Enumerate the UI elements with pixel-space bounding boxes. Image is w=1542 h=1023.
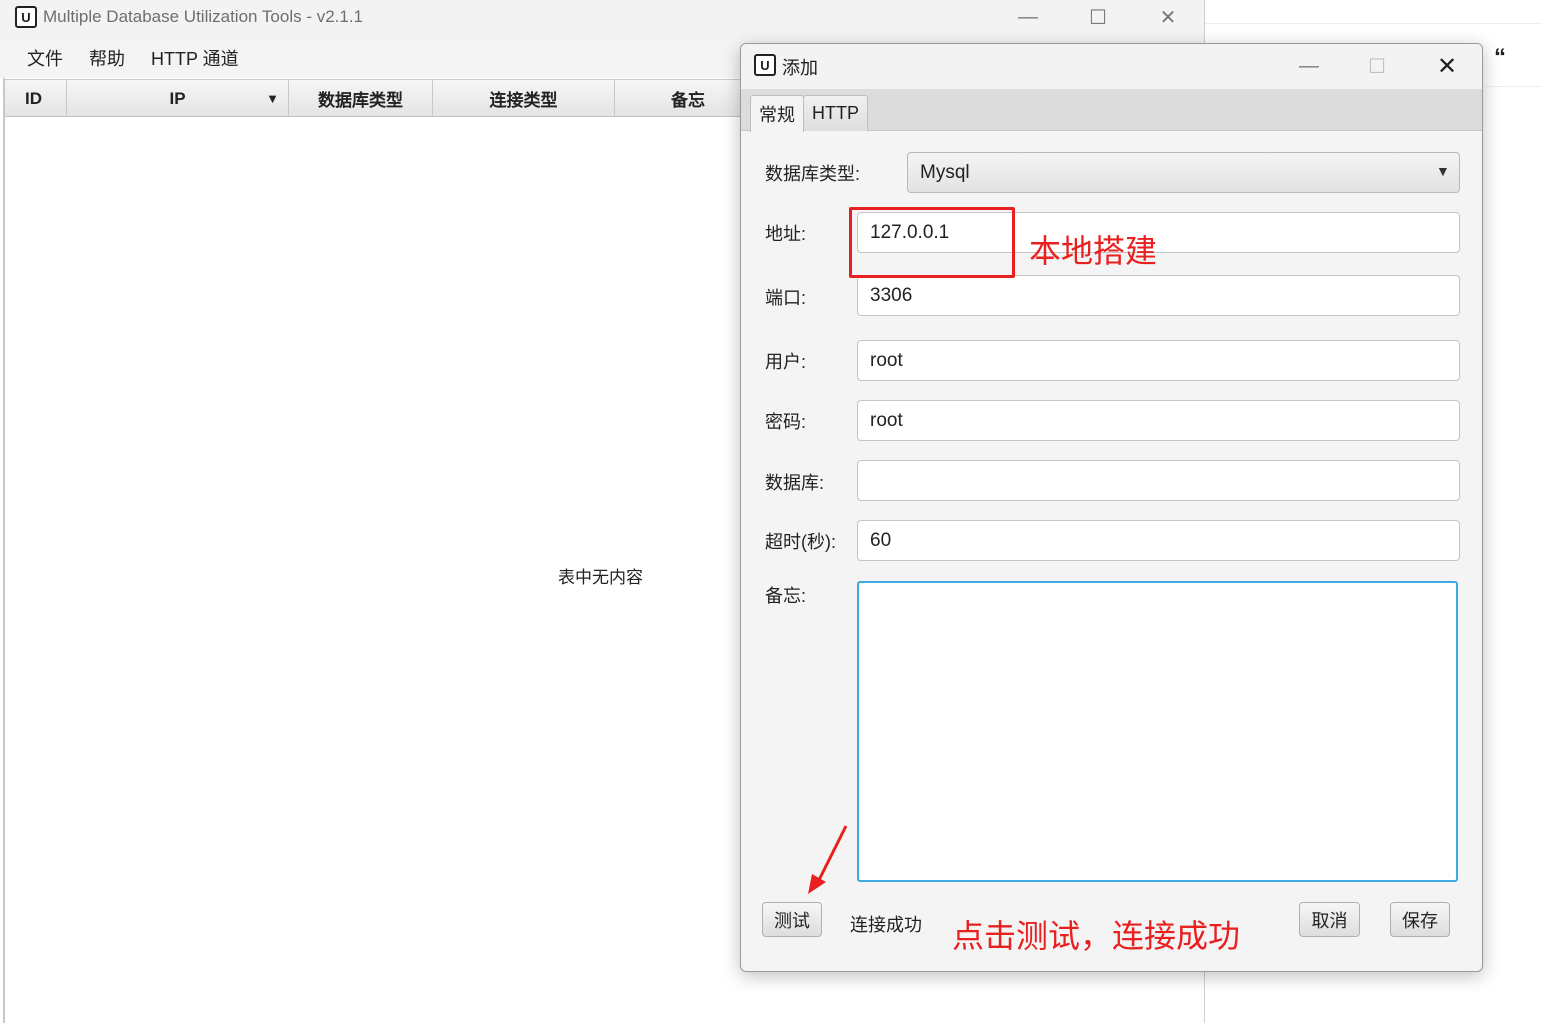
port-input[interactable]: 3306 <box>857 275 1460 316</box>
dialog-title: 添加 <box>782 58 818 78</box>
column-header-id[interactable]: ID <box>5 80 67 117</box>
menu-http-channel[interactable]: HTTP 通道 <box>138 45 252 71</box>
background-divider <box>1205 23 1542 24</box>
dialog-minimize-button[interactable]: — <box>1287 51 1331 81</box>
db-type-value: Mysql <box>920 161 970 183</box>
dialog-maximize-button: ☐ <box>1368 55 1386 78</box>
column-header-ip-label: IP <box>169 88 186 108</box>
column-header-db-type[interactable]: 数据库类型 <box>289 80 433 117</box>
database-input[interactable] <box>857 460 1460 501</box>
remark-label: 备忘: <box>765 586 807 606</box>
tab-general[interactable]: 常规 <box>750 95 804 132</box>
timeout-label: 超时(秒): <box>765 532 836 552</box>
port-label: 端口: <box>765 288 807 308</box>
address-label: 地址: <box>765 224 807 244</box>
cancel-button[interactable]: 取消 <box>1299 902 1360 937</box>
column-header-ip[interactable]: IP ▼ <box>67 80 289 117</box>
app-logo-icon: U <box>15 6 37 28</box>
db-type-label: 数据库类型: <box>765 164 861 184</box>
window-title: Multiple Database Utilization Tools - v2… <box>43 7 364 26</box>
dialog-tab-bar: 常规 HTTP <box>741 89 1482 132</box>
dialog-close-button[interactable]: ✕ <box>1425 51 1469 81</box>
maximize-button[interactable]: ☐ <box>1076 2 1120 32</box>
annotation-highlight-box <box>849 207 1015 278</box>
db-type-select[interactable]: Mysql ▼ <box>907 152 1460 193</box>
minimize-button[interactable]: — <box>1006 2 1050 32</box>
app-logo-icon: U <box>754 54 776 76</box>
dialog-titlebar[interactable]: U 添加 — ☐ ✕ <box>741 44 1482 88</box>
password-input[interactable]: root <box>857 400 1460 441</box>
user-input[interactable]: root <box>857 340 1460 381</box>
table-empty-placeholder: 表中无内容 <box>558 568 643 587</box>
annotation-address-note: 本地搭建 <box>1029 233 1158 269</box>
test-connection-button[interactable]: 测试 <box>762 902 822 937</box>
tab-http[interactable]: HTTP <box>803 95 868 131</box>
background-divider <box>1485 86 1542 87</box>
annotation-arrow-icon <box>808 825 848 894</box>
table-border <box>3 78 5 1023</box>
timeout-input[interactable]: 60 <box>857 520 1460 561</box>
main-titlebar[interactable]: U Multiple Database Utilization Tools - … <box>0 0 1204 38</box>
user-label: 用户: <box>765 352 807 372</box>
close-button[interactable]: ✕ <box>1146 2 1190 32</box>
chevron-down-icon: ▼ <box>1436 163 1450 179</box>
menu-help[interactable]: 帮助 <box>76 45 138 71</box>
quote-icon: “ <box>1494 44 1506 71</box>
column-header-conn-type[interactable]: 连接类型 <box>433 80 615 117</box>
save-button[interactable]: 保存 <box>1390 902 1450 937</box>
database-label: 数据库: <box>765 473 825 493</box>
annotation-test-note: 点击测试，连接成功 <box>952 918 1241 954</box>
sort-desc-icon[interactable]: ▼ <box>266 91 279 106</box>
password-label: 密码: <box>765 412 807 432</box>
menu-file[interactable]: 文件 <box>14 45 76 71</box>
remark-textarea[interactable] <box>857 581 1458 882</box>
connection-status-text: 连接成功 <box>850 915 922 935</box>
